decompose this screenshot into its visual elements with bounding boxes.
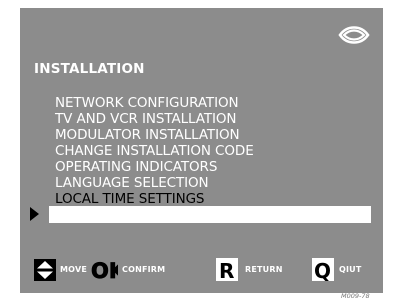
up-down-arrows-icon	[34, 259, 56, 281]
quit-key-text: Q	[314, 259, 331, 281]
satellite-eye-logo	[338, 26, 370, 44]
reference-code: M009-78	[341, 292, 370, 300]
return-label: RETURN	[245, 265, 283, 274]
ok-key-icon: OK	[91, 259, 118, 281]
menu-item-local-time-settings[interactable]: LOCAL TIME SETTINGS	[55, 191, 254, 207]
menu-item-tv-vcr-installation[interactable]: TV AND VCR INSTALLATION	[55, 111, 254, 127]
return-key-icon: R	[216, 258, 238, 283]
confirm-label: CONFIRM	[122, 265, 166, 274]
menu-item-change-installation-code[interactable]: CHANGE INSTALLATION CODE	[55, 143, 254, 159]
quit-key-icon: Q	[312, 258, 334, 283]
quit-label: QIUT	[339, 265, 362, 274]
menu-item-modulator-installation[interactable]: MODULATOR INSTALLATION	[55, 127, 254, 143]
menu-item-language-selection[interactable]: LANGUAGE SELECTION	[55, 175, 254, 191]
selection-highlight	[49, 206, 371, 223]
move-label: MOVE	[60, 265, 88, 274]
menu-item-operating-indicators[interactable]: OPERATING INDICATORS	[55, 159, 254, 175]
selection-pointer-icon	[30, 207, 39, 221]
menu-item-network-configuration[interactable]: NETWORK CONFIGURATION	[55, 95, 254, 111]
menu-title: INSTALLATION	[34, 61, 145, 77]
ok-key-text: OK	[91, 259, 118, 281]
installation-menu: NETWORK CONFIGURATION TV AND VCR INSTALL…	[55, 95, 254, 207]
return-key-text: R	[219, 259, 234, 281]
